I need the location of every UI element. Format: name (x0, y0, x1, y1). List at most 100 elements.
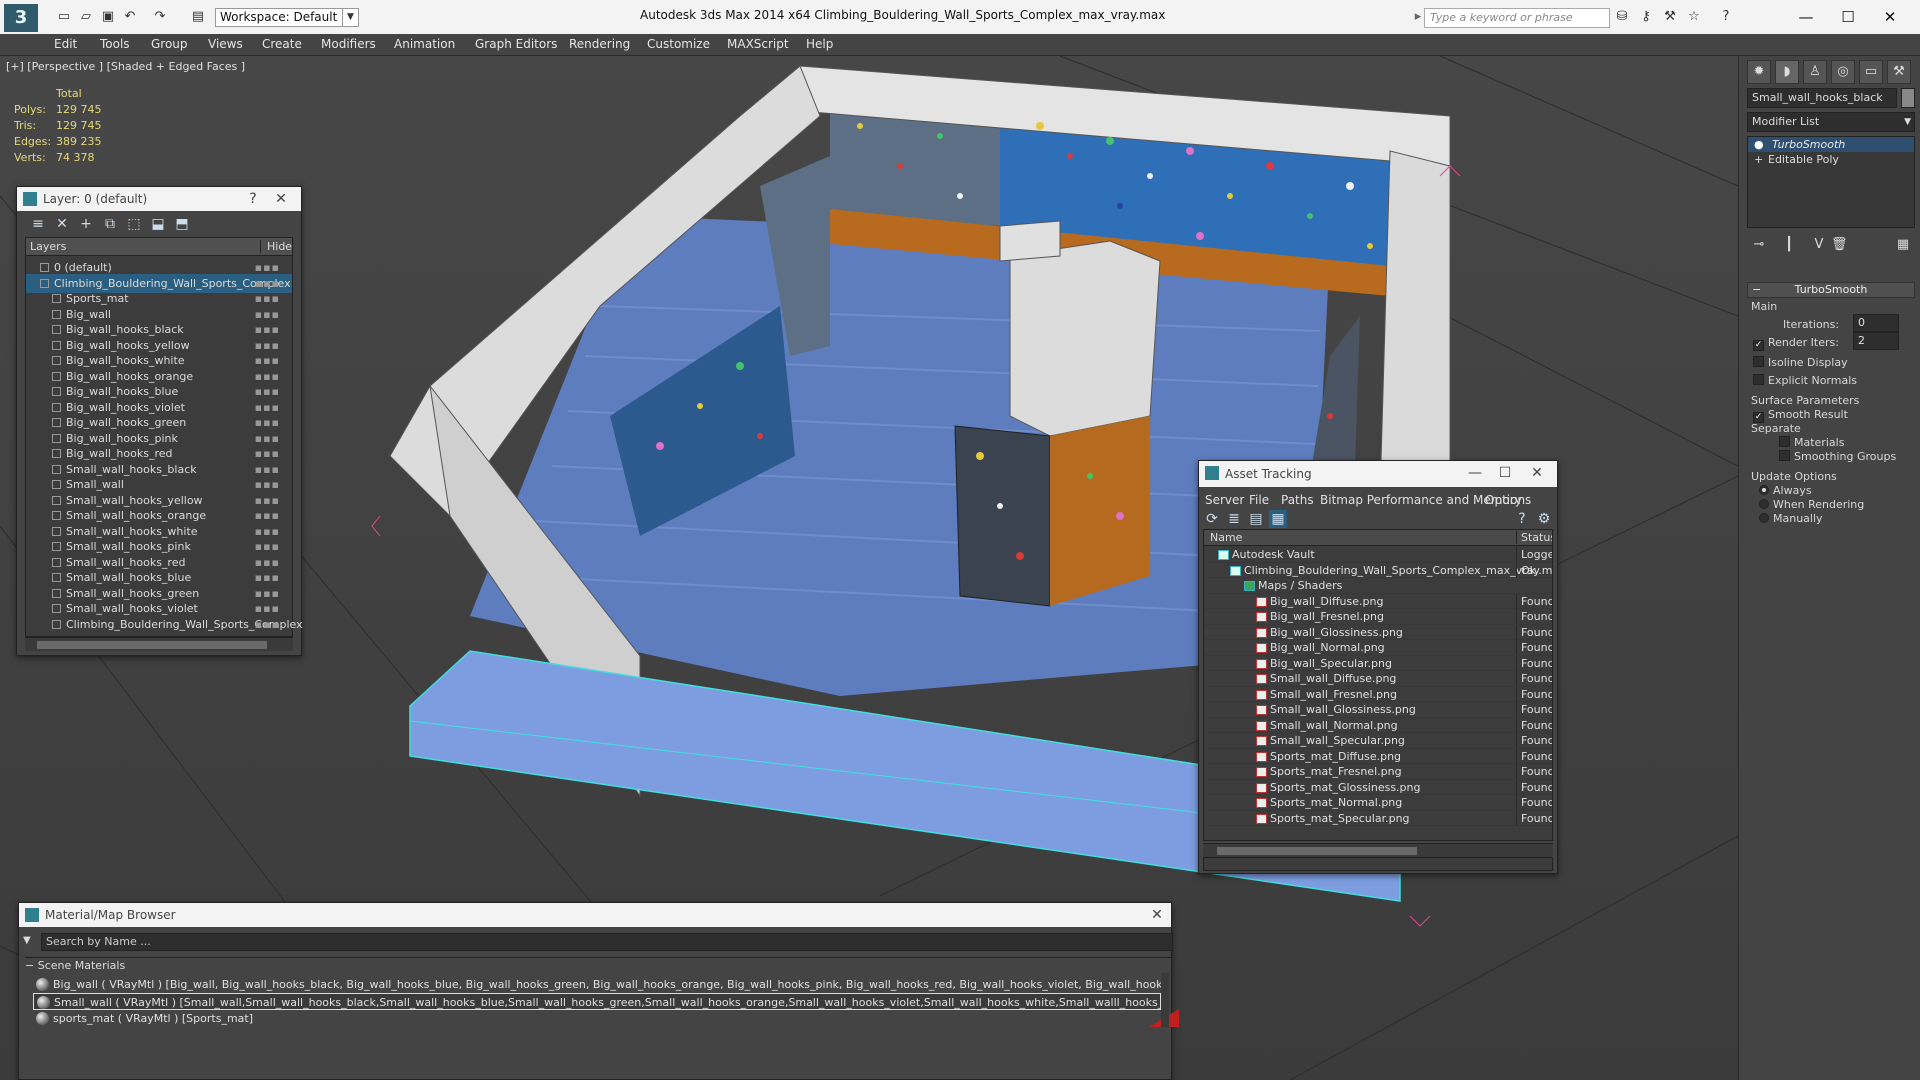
manually-radio[interactable] (1759, 513, 1769, 523)
asset-row[interactable]: Autodesk Vault Logged Out (1204, 547, 1552, 563)
help-icon[interactable]: ? (241, 187, 265, 211)
isoline-checkbox[interactable] (1753, 356, 1764, 367)
help-icon[interactable]: ? (1513, 510, 1531, 528)
motion-tab-icon[interactable]: ◎ (1831, 60, 1855, 84)
undo-icon[interactable]: ↶ (122, 9, 138, 25)
menu-customize[interactable]: Customize (647, 37, 710, 51)
when-rendering-radio[interactable] (1759, 499, 1769, 509)
asset-row[interactable]: Small_wall_Specular.png Found (1204, 733, 1552, 749)
browser-options-icon[interactable]: ▼ (23, 935, 31, 946)
open-file-icon[interactable]: ▱ (78, 9, 94, 25)
asset-menu-file[interactable]: File (1249, 493, 1269, 507)
modify-tab-icon[interactable]: ◗ (1775, 60, 1799, 84)
close-icon[interactable]: ✕ (1145, 903, 1169, 927)
material-item[interactable]: Small_wall ( VRayMtl ) [Small_wall,Small… (33, 993, 1161, 1010)
asset-row[interactable]: Big_wall_Glossiness.png Found (1204, 624, 1552, 640)
material-item[interactable]: Big_wall ( VRayMtl ) [Big_wall, Big_wall… (33, 976, 1161, 993)
maximize-icon[interactable]: ☐ (1493, 461, 1517, 485)
asset-row[interactable]: Sports_mat_Specular.png Found (1204, 810, 1552, 826)
search-input[interactable]: Type a keyword or phrase (1424, 8, 1610, 28)
asset-row[interactable]: Small_wall_Glossiness.png Found (1204, 702, 1552, 718)
asset-menu-server[interactable]: Server (1205, 493, 1244, 507)
minimize-icon[interactable]: — (1463, 461, 1487, 485)
show-end-result-icon[interactable]: ┃ (1781, 237, 1797, 253)
stack-item-editable-poly[interactable]: + Editable Poly (1748, 152, 1914, 167)
status-column-header[interactable]: Status (1516, 531, 1552, 544)
asset-row[interactable]: Sports_mat_Normal.png Found (1204, 795, 1552, 811)
asset-row[interactable]: Big_wall_Fresnel.png Found (1204, 609, 1552, 625)
asset-row[interactable]: Big_wall_Normal.png Found (1204, 640, 1552, 656)
asset-menu-options[interactable]: Options (1485, 493, 1531, 507)
asset-row[interactable]: Small_wall_Normal.png Found (1204, 717, 1552, 733)
new-layer-icon[interactable]: + (77, 215, 95, 233)
menu-rendering[interactable]: Rendering (569, 37, 630, 51)
utilities-tab-icon[interactable]: ⚒ (1887, 60, 1911, 84)
asset-row[interactable]: Climbing_Bouldering_Wall_Sports_Complex_… (1204, 562, 1552, 578)
menu-animation[interactable]: Animation (394, 37, 455, 51)
layers-column-header[interactable]: Layers (30, 240, 66, 253)
name-column-header[interactable]: Name (1210, 531, 1242, 544)
new-file-icon[interactable]: ▭ (56, 9, 72, 25)
modifier-list-dropdown[interactable]: Modifier List ▼ (1747, 112, 1915, 132)
asset-hscrollbar[interactable] (1203, 843, 1553, 857)
layer-row[interactable]: Climbing_Bouldering_Wall_Sports_Complex ▪… (26, 615, 303, 634)
material-item[interactable]: sports_mat ( VRayMtl ) [Sports_mat] (33, 1010, 1161, 1027)
render-iters-spinner[interactable]: 2 (1853, 332, 1899, 350)
favorites-icon[interactable]: ☆ (1686, 9, 1702, 25)
table-view-icon[interactable]: ▤ (1247, 510, 1265, 528)
scene-materials-group[interactable]: − Scene Materials (25, 959, 125, 972)
create-tab-icon[interactable]: ✹ (1747, 60, 1771, 84)
delete-layer-icon[interactable]: ✕ (53, 215, 71, 233)
stack-item-turbosmooth[interactable]: ● TurboSmooth (1748, 137, 1914, 152)
menu-tools[interactable]: Tools (100, 37, 130, 51)
hide-toggle-icon[interactable]: ▪▪▪ (255, 615, 280, 634)
close-icon[interactable]: ✕ (1525, 461, 1549, 485)
list-view-icon[interactable]: ≣ (1225, 510, 1243, 528)
menu-graph-editors[interactable]: Graph Editors (475, 37, 557, 51)
chevron-down-icon[interactable]: ▼ (342, 8, 358, 27)
scroll-thumb[interactable] (37, 641, 267, 649)
search-input[interactable]: Search by Name ... (41, 933, 1173, 951)
render-iters-checkbox[interactable]: ✓ (1753, 340, 1764, 351)
close-icon[interactable]: ✕ (1870, 6, 1910, 28)
menu-views[interactable]: Views (208, 37, 243, 51)
workspace-dropdown[interactable]: Workspace: Default (215, 8, 359, 27)
hierarchy-tab-icon[interactable]: ♙ (1803, 60, 1827, 84)
configure-sets-icon[interactable]: ▦ (1895, 237, 1911, 253)
subscription-icon[interactable]: ⚒ (1662, 9, 1678, 25)
help-icon[interactable]: ? (1718, 9, 1734, 25)
highlight-layer-icon[interactable]: ⬓ (149, 215, 167, 233)
expand-icon[interactable]: + (1754, 152, 1763, 167)
pin-stack-icon[interactable]: ⊸ (1751, 237, 1767, 253)
asset-row[interactable]: Sports_mat_Fresnel.png Found (1204, 764, 1552, 780)
material-vscrollbar[interactable] (1161, 973, 1169, 1027)
display-tab-icon[interactable]: ▭ (1859, 60, 1883, 84)
menu-maxscript[interactable]: MAXScript (727, 37, 789, 51)
bulb-icon[interactable]: ● (1754, 137, 1764, 152)
make-unique-icon[interactable]: Ⅴ (1811, 237, 1827, 253)
explicit-normals-checkbox[interactable] (1753, 374, 1764, 385)
vault-status-icon[interactable]: ⚙ (1535, 510, 1553, 528)
asset-row[interactable]: Maps / Shaders (1204, 578, 1552, 594)
maximize-icon[interactable]: ☐ (1828, 6, 1868, 28)
asset-row[interactable]: Small_wall_Diffuse.png Found (1204, 671, 1552, 687)
binoculars-icon[interactable]: ⛁ (1614, 9, 1630, 25)
menu-edit[interactable]: Edit (54, 37, 77, 51)
add-selection-icon[interactable]: ⧉ (101, 215, 119, 233)
menu-group[interactable]: Group (151, 37, 188, 51)
asset-row[interactable]: Sports_mat_Diffuse.png Found (1204, 748, 1552, 764)
viewport-label[interactable]: [+] [Perspective ] [Shaded + Edged Faces… (6, 60, 245, 73)
close-icon[interactable]: ✕ (269, 187, 293, 211)
turbosmooth-rollout[interactable]: − TurboSmooth (1747, 282, 1915, 298)
menu-modifiers[interactable]: Modifiers (321, 37, 376, 51)
asset-row[interactable]: Sports_mat_Glossiness.png Found (1204, 779, 1552, 795)
menu-help[interactable]: Help (806, 37, 833, 51)
key-icon[interactable]: ⚷ (1638, 9, 1654, 25)
asset-row[interactable]: Big_wall_Diffuse.png Found (1204, 593, 1552, 609)
layers-icon[interactable]: ≡ (29, 215, 47, 233)
remove-modifier-icon[interactable]: 🗑 (1831, 237, 1848, 253)
asset-menu-paths[interactable]: Paths (1281, 493, 1314, 507)
hide-all-icon[interactable]: ⬒ (173, 215, 191, 233)
minimize-icon[interactable]: — (1786, 6, 1826, 28)
layer-hscrollbar[interactable] (25, 637, 293, 651)
